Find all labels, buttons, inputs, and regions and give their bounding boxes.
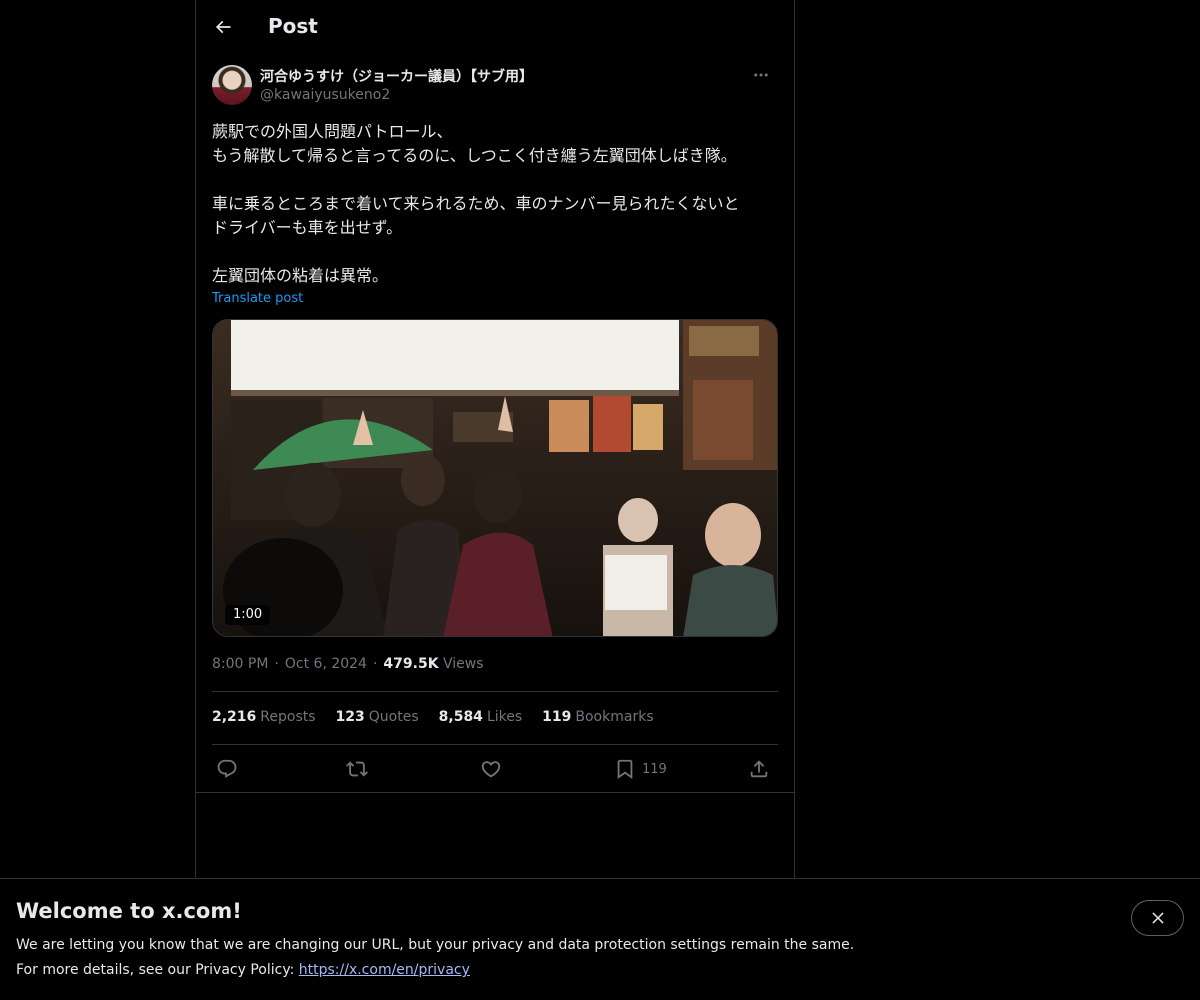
banner-message: We are letting you know that we are chan… <box>16 937 855 953</box>
reposts-stat[interactable]: 2,216 Reposts <box>212 709 316 725</box>
views-count: 479.5K <box>383 656 439 672</box>
close-icon <box>1151 912 1164 924</box>
page-title: Post <box>268 14 318 38</box>
banner-privacy-prefix: For more details, see our Privacy Policy… <box>16 962 299 978</box>
bookmarks-count: 119 <box>542 709 572 725</box>
divider <box>212 691 778 692</box>
tweet-text: 蕨駅での外国人問題パトロール、 もう解散して帰ると言ってるのに、しつこく付き纏う… <box>212 120 782 288</box>
repost-icon <box>346 761 368 777</box>
divider <box>212 744 778 745</box>
likes-label: Likes <box>486 709 523 725</box>
tweet-line: 左翼団体の粘着は異常。 <box>212 266 389 285</box>
banner-privacy-line: For more details, see our Privacy Policy… <box>16 962 470 978</box>
banner-title: Welcome to x.com! <box>16 899 242 923</box>
more-options-button[interactable] <box>744 65 778 85</box>
quotes-stat[interactable]: 123 Quotes <box>336 709 419 725</box>
reply-icon <box>217 759 237 778</box>
post-date[interactable]: Oct 6, 2024 <box>285 656 367 672</box>
privacy-policy-link[interactable]: https://x.com/en/privacy <box>299 962 470 978</box>
avatar[interactable] <box>212 65 252 105</box>
author-handle[interactable]: @kawaiyusukeno2 <box>260 87 390 103</box>
quotes-label: Quotes <box>368 709 419 725</box>
views-label: Views <box>443 656 484 672</box>
quotes-count: 123 <box>335 709 365 725</box>
tweet-line: もう解散して帰ると言ってるのに、しつこく付き纏う左翼団体しばき隊。 <box>212 146 737 165</box>
translate-post-link[interactable]: Translate post <box>212 291 303 306</box>
author-display-name[interactable]: 河合ゆうすけ（ジョーカー議員）【サブ用】 <box>260 66 533 86</box>
back-button[interactable] <box>204 8 242 46</box>
tweet-line: 車に乗るところまで着いて来られるため、車のナンバー見られたくないと <box>212 194 740 213</box>
bookmark-button[interactable]: 119 <box>614 752 667 786</box>
reply-button[interactable] <box>216 752 238 786</box>
bookmarks-stat[interactable]: 119 Bookmarks <box>542 709 653 725</box>
likes-count: 8,584 <box>438 709 483 725</box>
post-meta: 8:00 PM · Oct 6, 2024 · 479.5K Views <box>212 656 484 672</box>
engagement-stats: 2,216 Reposts 123 Quotes 8,584 Likes 119 Boo… <box>212 709 654 725</box>
heart-icon <box>481 761 501 778</box>
like-button[interactable] <box>480 752 502 786</box>
author-row: 河合ゆうすけ（ジョーカー議員）【サブ用】 @kawaiyusukeno2 <box>212 65 778 107</box>
reposts-label: Reposts <box>260 709 316 725</box>
reposts-count: 2,216 <box>212 709 257 725</box>
close-banner-button[interactable] <box>1131 900 1184 936</box>
likes-stat[interactable]: 8,584 Likes <box>439 709 523 725</box>
welcome-banner: Welcome to x.com! We are letting you kno… <box>0 878 1200 1000</box>
post-column: Post 河合ゆうすけ（ジョーカー議員）【サブ用】 @kawaiyusukeno… <box>195 0 795 880</box>
video-thumbnail <box>213 320 777 636</box>
top-bar: Post <box>196 0 794 54</box>
arrow-left-icon <box>215 20 231 34</box>
repost-button[interactable] <box>346 752 368 786</box>
tweet-line <box>212 168 782 192</box>
action-bar: 119 <box>212 752 778 786</box>
tweet-line <box>212 240 782 264</box>
bookmarks-label: Bookmarks <box>575 709 654 725</box>
video-duration-badge: 1:00 <box>225 605 271 625</box>
bookmark-icon <box>617 759 633 780</box>
more-horizontal-icon <box>754 73 768 77</box>
tweet-line: 蕨駅での外国人問題パトロール、 <box>212 122 453 141</box>
divider <box>196 792 794 793</box>
post-time[interactable]: 8:00 PM <box>212 656 268 672</box>
video-player[interactable]: 1:00 <box>212 319 778 637</box>
tweet-line: ドライバーも車を出せず。 <box>212 218 403 237</box>
meta-separator: · <box>372 656 378 672</box>
bookmark-action-count: 119 <box>642 761 667 777</box>
share-button[interactable] <box>748 752 770 786</box>
share-icon <box>750 760 768 778</box>
meta-separator: · <box>274 656 279 672</box>
